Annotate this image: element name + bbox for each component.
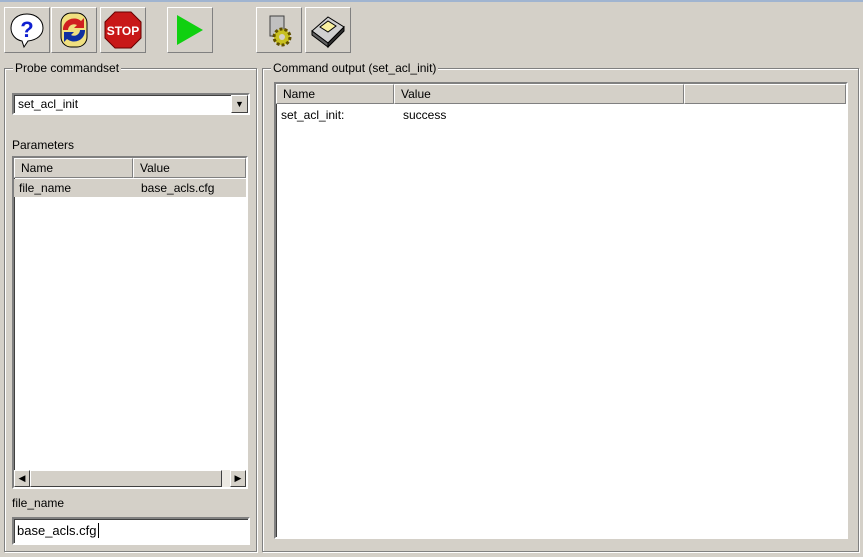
param-value: base_acls.cfg [141,181,215,195]
play-icon [177,15,203,45]
stop-button[interactable]: STOP [100,7,146,53]
printer-icon [311,16,345,49]
chevron-down-icon: ▼ [235,99,244,109]
probe-commandset-title: Probe commandset [13,61,122,75]
print-button[interactable] [305,7,351,53]
command-output-title: Command output (set_acl_init) [271,61,439,75]
svg-text:STOP: STOP [107,24,139,38]
column-header-name[interactable]: Name [14,158,133,178]
parameters-list[interactable]: Name Value file_name base_acls.cfg ◀ ▶ [12,156,248,489]
scrollbar-thumb[interactable] [30,470,222,487]
column-header-value[interactable]: Value [133,158,246,178]
output-name: set_acl_init: [281,108,345,122]
table-row[interactable]: file_name base_acls.cfg [14,179,246,197]
output-value: success [403,108,447,122]
refresh-button[interactable] [51,7,97,53]
svg-text:?: ? [20,17,33,42]
help-button[interactable]: ? [4,7,50,53]
parameters-label: Parameters [12,138,75,152]
settings-gear-icon [269,15,292,47]
column-header-value[interactable]: Value [394,84,684,104]
file-name-input[interactable]: base_acls.cfg [12,517,250,545]
param-name: file_name [19,181,72,195]
horizontal-scrollbar[interactable]: ◀ ▶ [14,470,246,487]
column-header-empty[interactable] [684,84,846,104]
column-header-name[interactable]: Name [276,84,394,104]
arrow-left-icon: ◀ [18,473,26,483]
commandset-value: set_acl_init [18,97,79,111]
table-row[interactable]: set_acl_init: success [276,105,846,123]
stop-icon: STOP [104,11,142,49]
refresh-icon [60,12,88,48]
run-button[interactable] [167,7,213,53]
scroll-right-button[interactable]: ▶ [230,470,246,487]
commandset-select[interactable]: set_acl_init ▼ [12,93,250,115]
output-list[interactable]: Name Value set_acl_init: success [274,82,848,539]
file-name-value: base_acls.cfg [17,523,97,538]
help-icon: ? [10,13,44,49]
file-name-label: file_name [12,496,65,510]
dropdown-button[interactable]: ▼ [231,95,248,113]
settings-button[interactable] [256,7,302,53]
window-top-edge [0,0,863,2]
scroll-left-button[interactable]: ◀ [14,470,30,487]
arrow-right-icon: ▶ [234,473,242,483]
